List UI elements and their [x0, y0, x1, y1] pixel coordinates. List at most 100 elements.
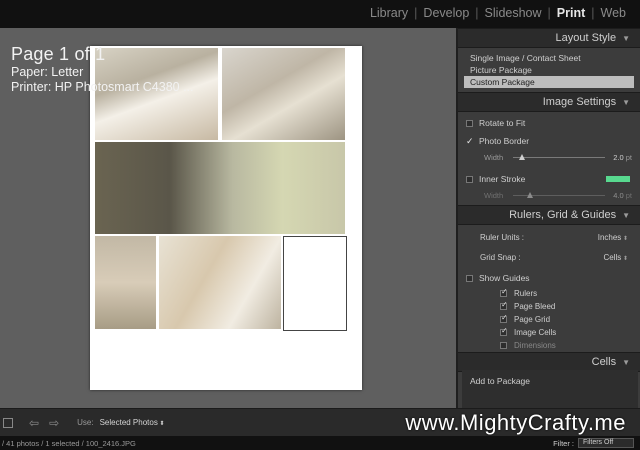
guide-image-cells-checkbox[interactable] — [500, 326, 508, 336]
use-label: Use: — [77, 418, 94, 427]
collapse-triangle-icon: ▼ — [622, 357, 630, 367]
inner-stroke-checkbox[interactable] — [466, 175, 473, 183]
module-list: Library | Develop | Slideshow | Print | … — [370, 6, 626, 20]
right-panel: Layout Style ▼ Single Image / Contact Sh… — [456, 28, 640, 408]
slider-thumb-icon[interactable] — [527, 191, 534, 198]
layout-style-item-selected[interactable]: Custom Package — [464, 76, 634, 88]
photo-cell[interactable] — [95, 142, 345, 234]
guide-rulers-checkbox[interactable] — [500, 287, 508, 297]
guide-image-cells-label: Image Cells — [514, 328, 557, 337]
collapse-triangle-icon: ▼ — [622, 97, 630, 107]
guide-rulers-label: Rulers — [514, 289, 538, 298]
print-preview-area: Page 1 of 1 Paper: Letter Printer: HP Ph… — [0, 28, 456, 408]
border-width-unit: pt — [625, 152, 632, 162]
stroke-width-label: Width — [484, 190, 504, 200]
module-print[interactable]: Print — [557, 6, 585, 20]
page-count: Page 1 of 1 — [11, 44, 106, 64]
bottom-toolbar: ⇦ ⇨ Use: Selected Photos www.MightyCraft… — [0, 408, 640, 436]
watermark: www.MightyCrafty.me — [405, 410, 626, 435]
page-navigation: ⇦ ⇨ — [29, 416, 59, 430]
guide-page-bleed-row[interactable]: Page Bleed — [458, 300, 640, 313]
photo-thumbnail — [95, 236, 156, 329]
inner-stroke-row[interactable]: Inner Stroke — [458, 170, 640, 188]
add-to-package-section: Add to Package — [462, 370, 638, 408]
guide-page-grid-checkbox[interactable] — [500, 313, 508, 323]
module-separator: | — [591, 6, 595, 20]
layout-style-item[interactable]: Single Image / Contact Sheet — [464, 52, 634, 64]
module-web[interactable]: Web — [601, 6, 626, 20]
grid-snap-select[interactable]: Cells — [604, 253, 628, 262]
photo-border-label: Photo Border — [479, 136, 530, 146]
image-settings-header[interactable]: Image Settings ▼ — [458, 92, 640, 112]
show-guides-label: Show Guides — [479, 273, 530, 283]
photo-cell[interactable] — [159, 236, 281, 329]
paper-info: Paper: Letter — [11, 65, 84, 79]
module-slideshow[interactable]: Slideshow — [485, 6, 542, 20]
border-width-value[interactable]: 2.0 — [613, 153, 623, 162]
photo-border-row[interactable]: ✓ Photo Border — [458, 132, 640, 150]
photo-thumbnail — [159, 236, 281, 329]
cells-header[interactable]: Cells ▼ — [458, 352, 640, 372]
ruler-units-row: Ruler Units : Inches — [458, 227, 640, 247]
image-settings-title: Image Settings — [542, 96, 617, 108]
module-library[interactable]: Library — [370, 6, 408, 20]
module-picker-bar: Library | Develop | Slideshow | Print | … — [0, 0, 640, 28]
border-width-slider[interactable] — [513, 153, 606, 160]
previous-page-icon[interactable]: ⇦ — [29, 416, 39, 430]
layout-style-list: Single Image / Contact Sheet Picture Pac… — [458, 48, 640, 92]
ruler-units-select[interactable]: Inches — [598, 233, 628, 242]
photo-cell[interactable] — [222, 48, 345, 140]
rotate-to-fit-checkbox[interactable] — [466, 119, 473, 127]
info-overlay: Page 1 of 1 Paper: Letter Printer: HP Ph… — [11, 44, 194, 95]
border-width-label: Width — [484, 152, 504, 162]
grid-snap-row: Grid Snap : Cells — [458, 247, 640, 267]
photo-cell[interactable] — [95, 236, 156, 329]
module-separator: | — [547, 6, 551, 20]
stroke-width-value[interactable]: 4.0 — [613, 191, 623, 200]
border-width-slider-row: Width 2.0 pt — [458, 150, 640, 164]
guide-page-bleed-checkbox[interactable] — [500, 300, 508, 310]
rotate-to-fit-label: Rotate to Fit — [479, 118, 526, 128]
empty-photo-cell[interactable] — [283, 236, 347, 331]
photo-count: / 41 photos / 1 selected / 100_2416.JPG — [2, 438, 136, 448]
layout-style-title: Layout Style — [555, 32, 617, 44]
module-develop[interactable]: Develop — [423, 6, 469, 20]
guide-rulers-row[interactable]: Rulers — [458, 287, 640, 300]
cells-title: Cells — [591, 356, 617, 368]
printer-info: Printer: HP Photosmart C4380 ... — [11, 80, 194, 94]
photo-thumbnail — [222, 48, 345, 140]
filmstrip-info-bar: / 41 photos / 1 selected / 100_2416.JPG … — [0, 436, 640, 450]
layout-style-item[interactable]: Picture Package — [464, 64, 634, 76]
stroke-width-slider[interactable] — [513, 191, 606, 198]
guide-page-bleed-label: Page Bleed — [514, 302, 556, 311]
page-preview-toggle-icon[interactable] — [3, 417, 13, 428]
guide-dimensions-label: Dimensions — [514, 341, 556, 350]
ruler-units-label: Ruler Units : — [480, 232, 525, 242]
rulers-grid-guides-title: Rulers, Grid & Guides — [509, 209, 617, 221]
filter-label: Filter : — [553, 438, 574, 448]
show-guides-checkbox[interactable] — [466, 274, 473, 282]
grid-snap-label: Grid Snap : — [480, 252, 521, 262]
guide-page-grid-row[interactable]: Page Grid — [458, 313, 640, 326]
inner-stroke-color-swatch[interactable] — [606, 176, 630, 182]
guide-dimensions-row[interactable]: Dimensions — [458, 339, 640, 352]
guide-image-cells-row[interactable]: Image Cells — [458, 326, 640, 339]
photo-border-check-icon[interactable]: ✓ — [466, 136, 474, 147]
stroke-width-slider-row: Width 4.0 pt — [458, 188, 640, 202]
guide-dimensions-checkbox[interactable] — [500, 342, 507, 349]
filter-select[interactable]: Filters Off — [578, 438, 634, 448]
collapse-triangle-icon: ▼ — [622, 210, 630, 220]
guide-page-grid-label: Page Grid — [514, 315, 551, 324]
module-separator: | — [475, 6, 479, 20]
use-select[interactable]: Selected Photos — [100, 418, 165, 427]
stroke-width-unit: pt — [625, 190, 632, 200]
rulers-grid-guides-header[interactable]: Rulers, Grid & Guides ▼ — [458, 205, 640, 225]
next-page-icon[interactable]: ⇨ — [49, 416, 59, 430]
layout-style-header[interactable]: Layout Style ▼ — [458, 28, 640, 48]
show-guides-row[interactable]: Show Guides — [458, 269, 640, 287]
inner-stroke-label: Inner Stroke — [479, 174, 526, 184]
print-page — [90, 46, 362, 390]
module-separator: | — [414, 6, 418, 20]
rotate-to-fit-row[interactable]: Rotate to Fit — [458, 114, 640, 132]
slider-thumb-icon[interactable] — [519, 153, 526, 160]
